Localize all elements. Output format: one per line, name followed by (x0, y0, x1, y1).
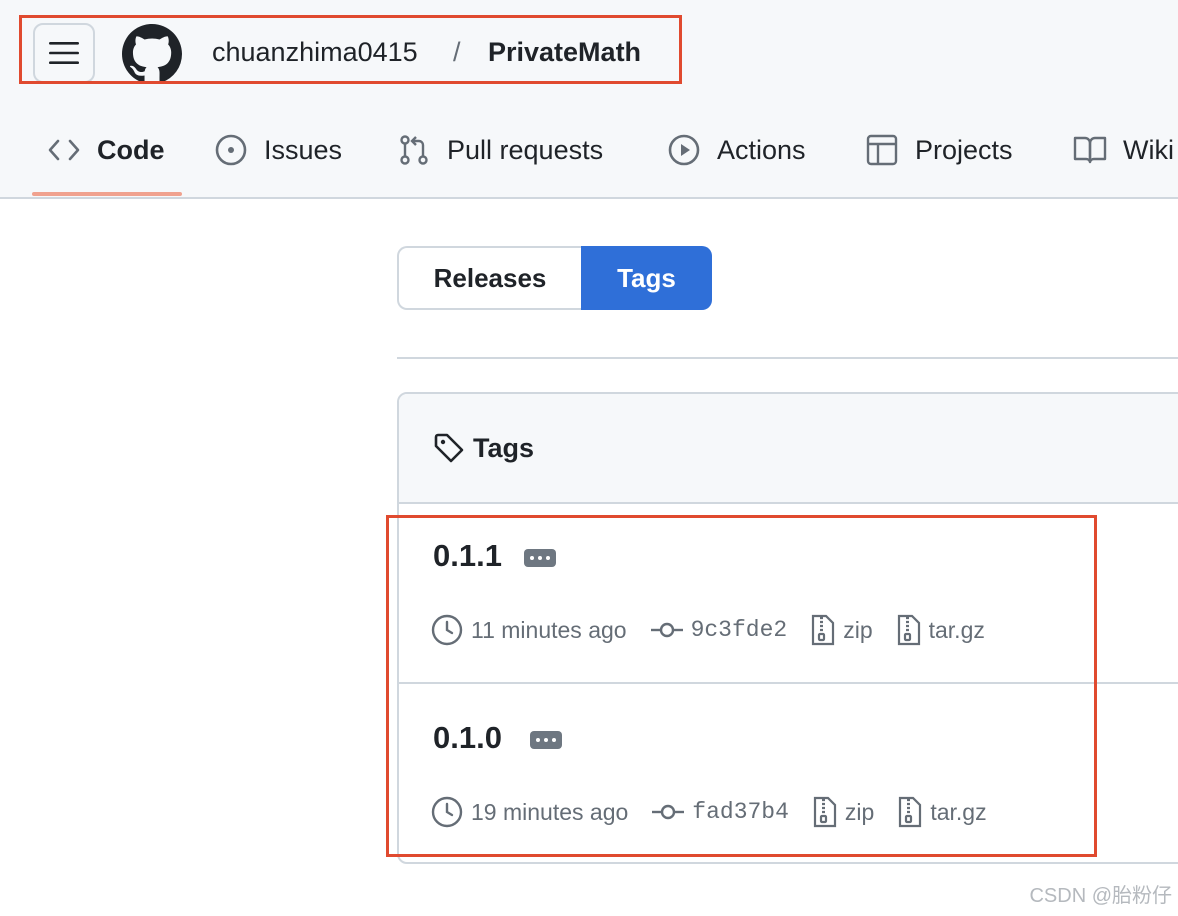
tab-pull-requests-label: Pull requests (447, 134, 604, 165)
git-pull-request-icon (396, 132, 432, 168)
releases-tags-toggle: Releases Tags (397, 246, 712, 310)
tags-box-header: Tags (399, 394, 1178, 504)
highlight-box-breadcrumb (19, 15, 682, 84)
tags-box-title: Tags (433, 432, 534, 464)
book-icon (1072, 132, 1108, 168)
tab-projects-label: Projects (915, 134, 1013, 165)
play-icon (666, 132, 702, 168)
tag-icon (434, 433, 464, 463)
tab-wiki[interactable]: Wiki (1072, 130, 1174, 170)
tab-code-label: Code (97, 134, 165, 165)
tab-pull-requests[interactable]: Pull requests (396, 130, 603, 170)
highlight-box-tags (386, 515, 1097, 857)
tags-box-title-text: Tags (473, 432, 535, 463)
tab-wiki-label: Wiki (1123, 134, 1174, 165)
watermark: CSDN @胎粉仔 (1029, 885, 1172, 907)
tab-code[interactable]: Code (46, 130, 165, 170)
tab-issues[interactable]: Issues (213, 130, 342, 170)
tab-actions-label: Actions (717, 134, 806, 165)
table-icon (864, 132, 900, 168)
tab-actions[interactable]: Actions (666, 130, 806, 170)
tab-projects[interactable]: Projects (864, 130, 1013, 170)
tab-issues-label: Issues (264, 134, 343, 165)
section-divider (397, 357, 1178, 359)
tags-toggle-button[interactable]: Tags (581, 246, 712, 310)
releases-toggle-button[interactable]: Releases (397, 246, 581, 310)
active-tab-underline (32, 192, 182, 196)
issue-opened-icon (213, 132, 249, 168)
code-icon (46, 132, 82, 168)
